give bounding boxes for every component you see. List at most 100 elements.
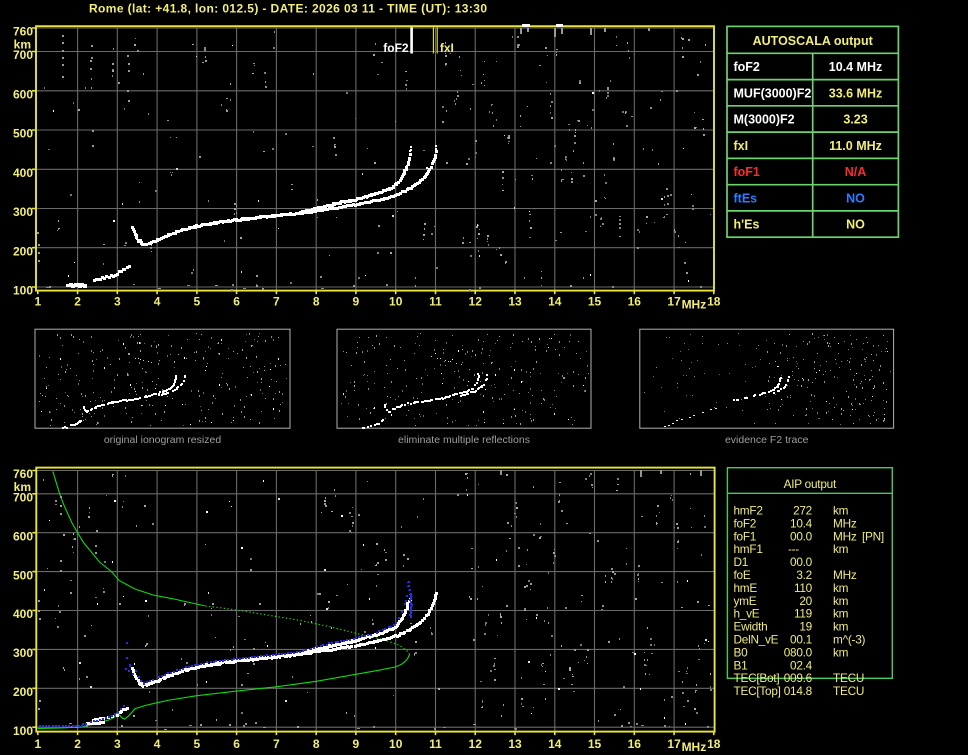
svg-text:km: km (833, 542, 849, 556)
svg-text:4: 4 (154, 737, 161, 751)
svg-text:500: 500 (13, 127, 33, 141)
svg-text:m^(-3): m^(-3) (833, 633, 866, 647)
svg-text:9: 9 (353, 295, 360, 309)
svg-text:3: 3 (114, 737, 121, 751)
svg-text:9: 9 (353, 737, 360, 751)
svg-text:1: 1 (34, 737, 41, 751)
svg-text:15: 15 (588, 737, 602, 751)
svg-text:evidence F2 trace: evidence F2 trace (725, 434, 809, 446)
svg-text:15: 15 (588, 295, 602, 309)
svg-text:5: 5 (194, 295, 201, 309)
svg-text:12: 12 (469, 737, 483, 751)
svg-text:00.0: 00.0 (790, 529, 813, 543)
svg-text:NO: NO (846, 218, 865, 232)
svg-text:h'Es: h'Es (734, 218, 760, 232)
svg-text:N/A: N/A (845, 165, 867, 179)
svg-text:10.4: 10.4 (790, 516, 813, 530)
svg-text:eliminate multiple reflections: eliminate multiple reflections (398, 434, 530, 446)
svg-text:500: 500 (13, 568, 33, 582)
svg-text:17: 17 (667, 737, 681, 751)
svg-text:MHz: MHz (682, 298, 707, 312)
svg-text:272: 272 (793, 504, 812, 518)
svg-text:1: 1 (34, 295, 41, 309)
svg-text:km: km (833, 581, 849, 595)
svg-text:MHz: MHz (833, 568, 857, 582)
svg-text:8: 8 (313, 737, 320, 751)
svg-text:foF2: foF2 (383, 41, 409, 55)
svg-text:20: 20 (799, 594, 812, 608)
svg-text:AIP output: AIP output (784, 477, 837, 491)
svg-text:11: 11 (429, 295, 442, 309)
svg-text:ftEs: ftEs (734, 191, 758, 205)
svg-text:33.6 MHz: 33.6 MHz (829, 86, 883, 100)
svg-text:3: 3 (114, 295, 121, 309)
svg-text:100: 100 (13, 724, 33, 738)
svg-text:MHz: MHz (682, 740, 707, 754)
svg-text:11: 11 (429, 737, 442, 751)
svg-text:fxI: fxI (734, 139, 749, 153)
svg-text:foF1: foF1 (734, 165, 760, 179)
svg-text:02.4: 02.4 (790, 658, 813, 672)
svg-text:400: 400 (13, 166, 33, 180)
svg-text:10.4 MHz: 10.4 MHz (829, 60, 883, 74)
svg-text:300: 300 (13, 646, 33, 660)
svg-text:original ionogram resized: original ionogram resized (104, 434, 221, 446)
svg-text:[PN]: [PN] (862, 529, 884, 543)
svg-text:600: 600 (13, 88, 33, 102)
svg-text:MUF(3000)F2: MUF(3000)F2 (734, 86, 812, 100)
svg-text:NO: NO (846, 191, 865, 205)
svg-text:18: 18 (707, 295, 721, 309)
svg-text:6: 6 (233, 737, 240, 751)
svg-text:MHz: MHz (833, 529, 857, 543)
svg-text:km: km (833, 594, 849, 608)
svg-text:foF2: foF2 (734, 516, 757, 530)
svg-text:km: km (833, 607, 849, 621)
svg-text:100: 100 (13, 284, 33, 298)
svg-text:hmE: hmE (734, 581, 758, 595)
svg-text:10: 10 (389, 295, 403, 309)
svg-text:km: km (833, 645, 849, 659)
svg-text:Rome (lat: +41.8, lon: 012.5): Rome (lat: +41.8, lon: 012.5) - DATE: 20… (89, 2, 487, 16)
svg-text:600: 600 (13, 529, 33, 543)
svg-text:14: 14 (548, 737, 562, 751)
svg-text:3.23: 3.23 (843, 113, 867, 127)
svg-text:3.2: 3.2 (796, 568, 812, 582)
svg-text:hmF1: hmF1 (734, 542, 763, 556)
svg-text:014.8: 014.8 (784, 684, 813, 698)
svg-text:12: 12 (469, 295, 483, 309)
svg-text:19: 19 (799, 620, 812, 634)
svg-text:foF2: foF2 (734, 60, 760, 74)
svg-text:ymE: ymE (734, 594, 757, 608)
svg-text:16: 16 (628, 295, 642, 309)
svg-text:8: 8 (313, 295, 320, 309)
svg-text:009.6: 009.6 (784, 671, 813, 685)
svg-text:TECU: TECU (833, 684, 864, 698)
svg-text:MHz: MHz (833, 516, 857, 530)
svg-text:M(3000)F2: M(3000)F2 (734, 113, 795, 127)
svg-text:14: 14 (548, 295, 562, 309)
svg-text:400: 400 (13, 607, 33, 621)
svg-text:---: --- (788, 542, 799, 556)
svg-text:6: 6 (233, 295, 240, 309)
svg-text:km: km (833, 620, 849, 634)
svg-text:km: km (14, 37, 31, 51)
svg-text:TEC[Top]: TEC[Top] (734, 684, 781, 698)
svg-text:00.1: 00.1 (790, 633, 812, 647)
svg-text:TEC[Bot]: TEC[Bot] (734, 671, 780, 685)
svg-text:D1: D1 (734, 555, 749, 569)
svg-text:10: 10 (389, 737, 403, 751)
svg-text:hmF2: hmF2 (734, 504, 763, 518)
svg-text:13: 13 (508, 295, 522, 309)
svg-text:Ewidth: Ewidth (734, 620, 768, 634)
svg-text:AUTOSCALA output: AUTOSCALA output (753, 34, 874, 48)
svg-text:200: 200 (13, 685, 33, 699)
svg-text:km: km (833, 504, 849, 518)
svg-text:11.0 MHz: 11.0 MHz (829, 139, 882, 153)
svg-text:h_vE: h_vE (734, 607, 760, 621)
svg-text:119: 119 (794, 607, 812, 621)
svg-text:5: 5 (194, 737, 201, 751)
svg-text:DelN_vE: DelN_vE (734, 633, 779, 647)
svg-text:200: 200 (13, 244, 33, 258)
svg-text:110: 110 (794, 581, 813, 595)
svg-text:B1: B1 (734, 658, 748, 672)
